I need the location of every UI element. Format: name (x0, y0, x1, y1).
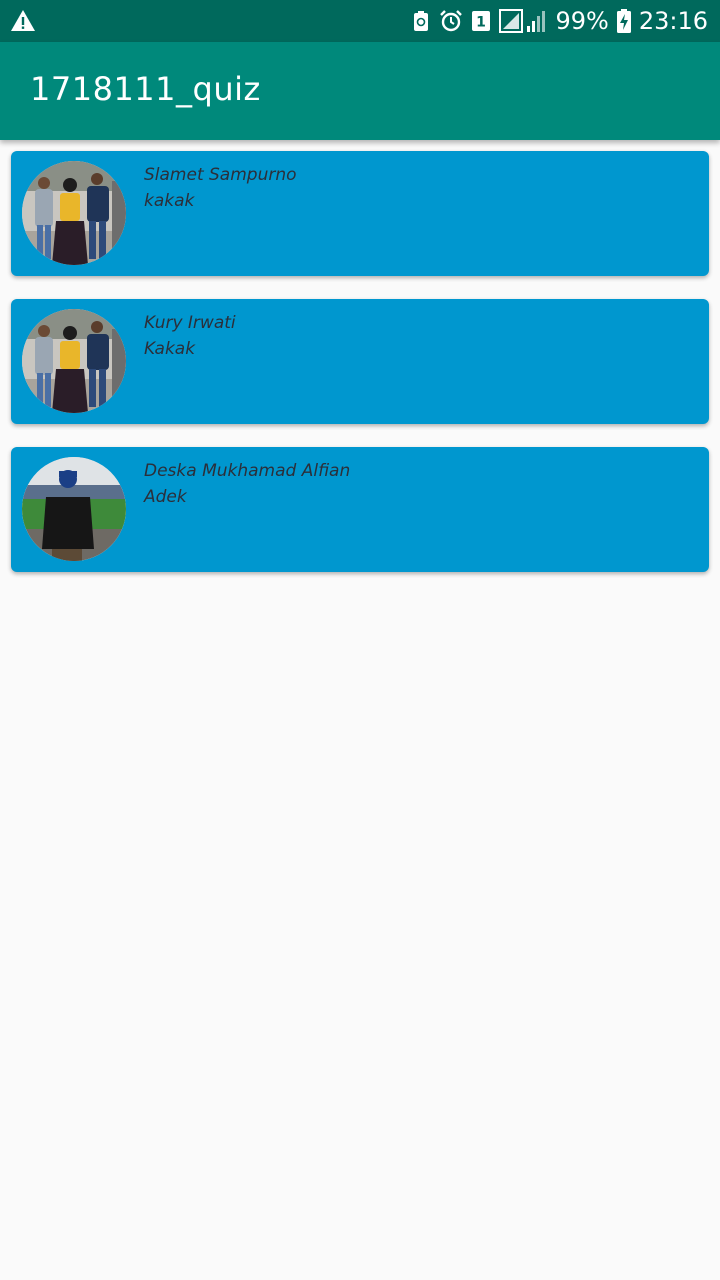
battery-icon (616, 9, 631, 33)
contact-list: Slamet Sampurno kakak Kury Irwati Kakak … (11, 151, 709, 595)
app-bar: 1718111_quiz (0, 42, 720, 140)
svg-text:1: 1 (477, 15, 487, 31)
alarm-icon (439, 10, 463, 32)
sim-icon: 1 (471, 10, 491, 32)
contact-card[interactable]: Deska Mukhamad Alfian Adek (11, 447, 709, 572)
contact-name: Kury Irwati (144, 313, 236, 333)
app-title: 1718111_quiz (30, 70, 261, 108)
contact-card[interactable]: Kury Irwati Kakak (11, 299, 709, 424)
status-bar: 1 99% 23:16 (0, 0, 720, 42)
signal-icon (499, 9, 547, 33)
contact-relation: Kakak (144, 339, 196, 359)
warning-icon (10, 9, 36, 33)
contact-name: Deska Mukhamad Alfian (144, 461, 351, 481)
contact-card[interactable]: Slamet Sampurno kakak (11, 151, 709, 276)
battery-saver-icon (411, 10, 431, 32)
avatar (22, 161, 126, 265)
avatar (22, 309, 126, 413)
avatar (22, 457, 126, 561)
clock: 23:16 (638, 7, 708, 35)
contact-name: Slamet Sampurno (144, 165, 297, 185)
status-icons: 1 99% 23:16 (411, 0, 708, 42)
contact-relation: Adek (144, 487, 187, 507)
contact-relation: kakak (144, 191, 195, 211)
battery-percent: 99% (555, 7, 609, 35)
